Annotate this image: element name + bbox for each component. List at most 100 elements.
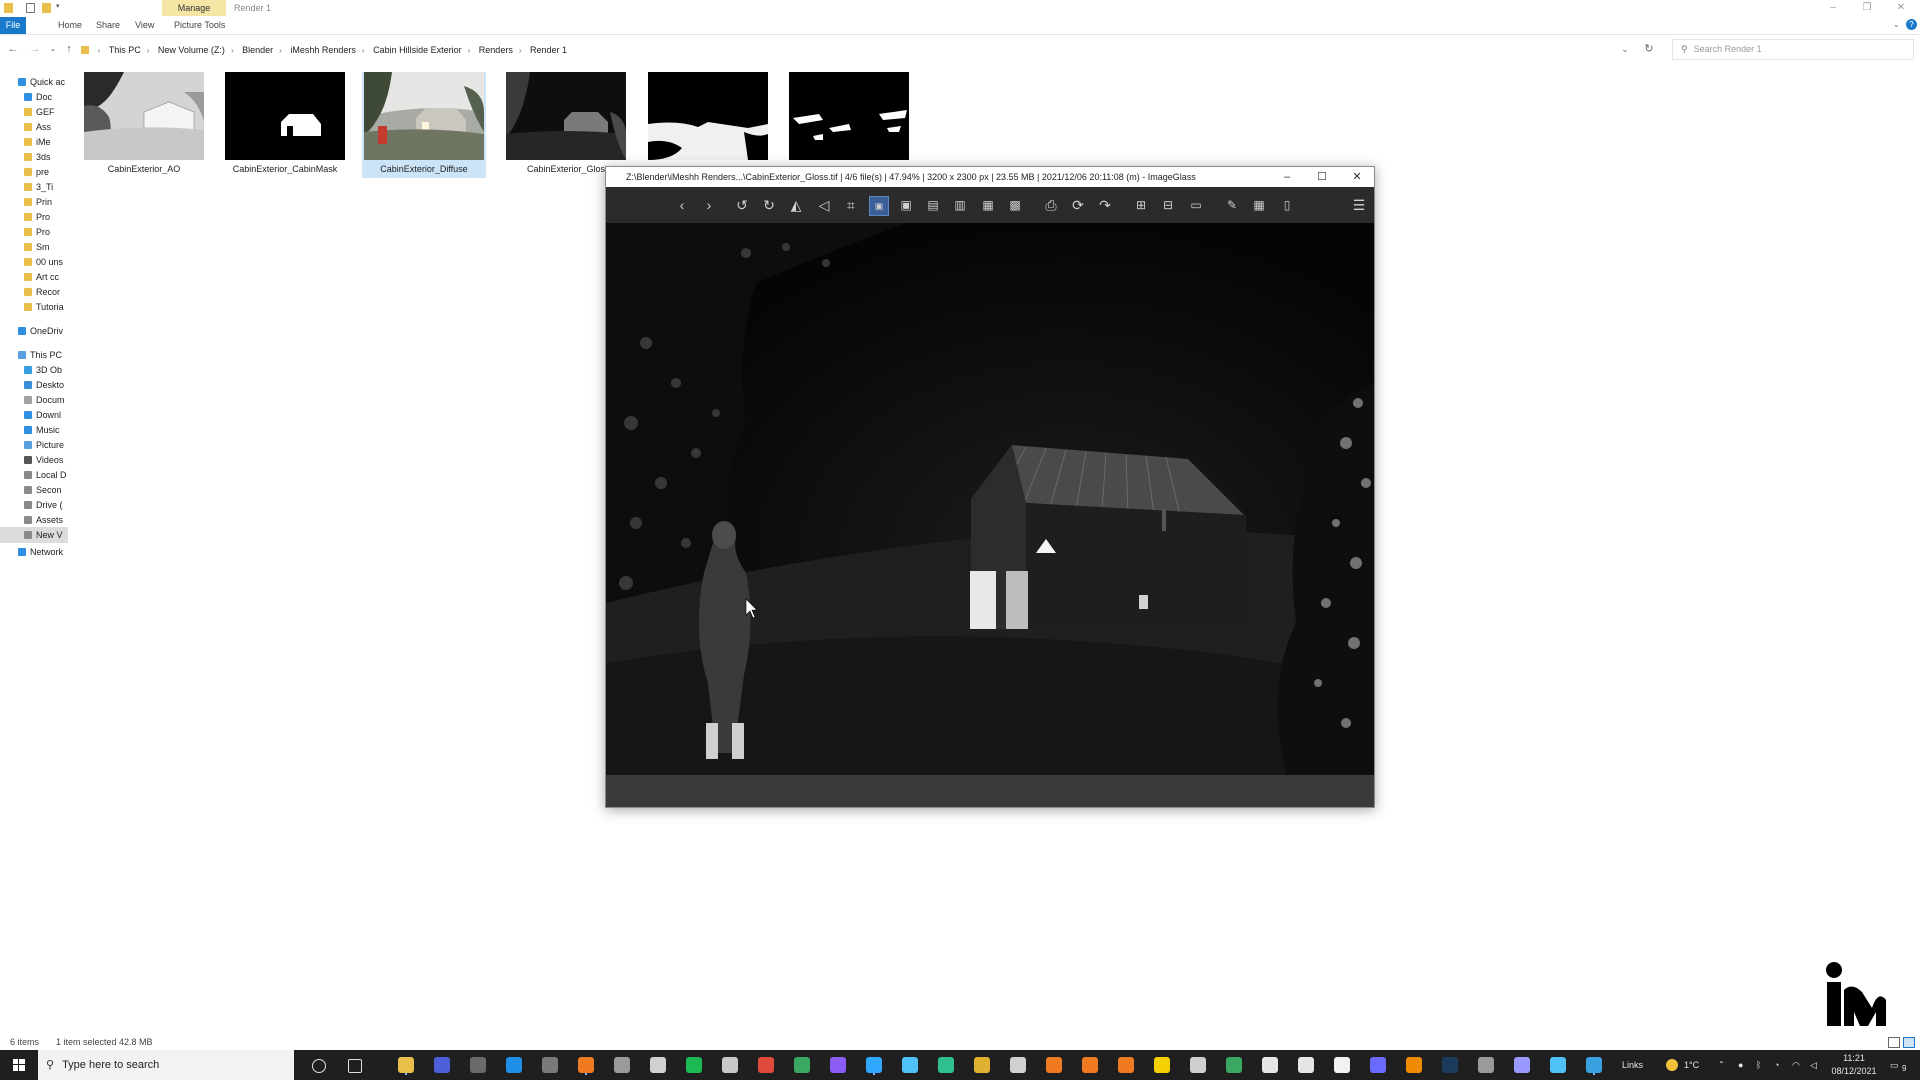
zoom-in-icon[interactable]: ⊞ (1132, 196, 1150, 214)
nav-item[interactable]: Music (0, 422, 68, 438)
minimize-button[interactable]: – (1818, 0, 1848, 16)
tab-manage[interactable]: Manage (162, 0, 226, 16)
tab-home[interactable]: Home (50, 17, 90, 34)
address-bar[interactable]: › This PC › New Volume (Z:) › Blender › iMe… (76, 40, 1658, 60)
app-icon[interactable] (614, 1057, 630, 1073)
temperature[interactable]: 1°C (1684, 1050, 1699, 1080)
start-button[interactable] (0, 1050, 38, 1080)
recent-locations-icon[interactable]: ⌄ (46, 42, 60, 56)
nav-item[interactable]: Recor (0, 284, 68, 300)
nav-item[interactable]: Pro (0, 224, 68, 240)
breadcrumb-separator[interactable]: › (519, 42, 522, 60)
nav-item[interactable]: New V (0, 527, 68, 543)
breadcrumb-separator[interactable]: › (468, 42, 471, 60)
refresh-button[interactable]: ↻ (1642, 42, 1656, 56)
nav-item[interactable]: Videos (0, 452, 68, 468)
tab-share[interactable]: Share (88, 17, 128, 34)
crop-icon[interactable]: ⌗ (842, 196, 860, 214)
maximize-button[interactable]: ❐ (1852, 0, 1882, 16)
blender-icon[interactable] (1046, 1057, 1062, 1073)
breadcrumb-renders[interactable]: Renders (479, 41, 513, 59)
breadcrumb-this-pc[interactable]: This PC (109, 41, 141, 59)
forward-button[interactable]: → (28, 42, 42, 56)
nav-item[interactable]: Assets (0, 512, 68, 528)
breadcrumb-separator[interactable]: › (279, 42, 282, 60)
help-icon[interactable]: ? (1906, 19, 1917, 30)
chrome-icon[interactable] (758, 1057, 774, 1073)
refresh-icon[interactable]: ⟳ (1069, 196, 1087, 214)
nav-item[interactable]: Secon (0, 482, 68, 498)
taskbar-search-input[interactable]: ⚲ Type here to search (38, 1050, 294, 1080)
chevron-down-icon[interactable]: ▾ (56, 2, 65, 12)
volume-icon[interactable]: ◁ (1810, 1050, 1817, 1080)
app-icon[interactable] (1478, 1057, 1494, 1073)
network-icon[interactable]: ◔ (1774, 1050, 1779, 1080)
imageglass-window[interactable]: Z:\Blender\iMeshh Renders...\CabinExteri… (605, 166, 1375, 808)
blender-icon[interactable] (1118, 1057, 1134, 1073)
app-icon[interactable] (1226, 1057, 1242, 1073)
nav-item[interactable]: Doc (0, 89, 68, 105)
file-item[interactable] (646, 72, 770, 178)
file-item-selected[interactable]: CabinExterior_Diffuse (362, 72, 486, 178)
nav-item[interactable]: Ass (0, 119, 68, 135)
breadcrumb-blender[interactable]: Blender (242, 41, 273, 59)
large-icons-view-icon[interactable] (1903, 1037, 1915, 1048)
breadcrumb-separator[interactable]: › (362, 42, 365, 60)
blender-icon[interactable] (578, 1057, 594, 1073)
nav-item[interactable]: Deskto (0, 377, 68, 393)
chrome-icon[interactable] (794, 1057, 810, 1073)
nav-item[interactable]: Pro (0, 209, 68, 225)
blender-icon[interactable] (1082, 1057, 1098, 1073)
auto-zoom-icon[interactable]: ▣ (869, 196, 889, 216)
notes-icon[interactable] (1154, 1057, 1170, 1073)
scale-fit-icon[interactable]: ▦ (979, 196, 997, 214)
nav-item[interactable]: Quick ac (0, 74, 68, 90)
scale-width-icon[interactable]: ▤ (924, 196, 942, 214)
unreal-icon[interactable] (1298, 1057, 1314, 1073)
spotify-icon[interactable] (686, 1057, 702, 1073)
menu-icon[interactable]: ☰ (1350, 196, 1368, 214)
steam-icon[interactable] (1442, 1057, 1458, 1073)
fill-icon[interactable]: ▩ (1006, 196, 1024, 214)
search-input[interactable]: ⚲ Search Render 1 (1672, 39, 1914, 60)
nav-item[interactable]: 3ds (0, 149, 68, 165)
nav-item[interactable]: 3D Ob (0, 362, 68, 378)
file-item[interactable]: CabinExterior_AO (82, 72, 206, 178)
file-item[interactable] (787, 72, 911, 178)
breadcrumb-cabin-hillside-exterior[interactable]: Cabin Hillside Exterior (373, 41, 462, 59)
weather-icon[interactable] (1666, 1059, 1678, 1071)
nav-item[interactable]: pre (0, 164, 68, 180)
zoom-out-icon[interactable]: ⊟ (1159, 196, 1177, 214)
photos-icon[interactable] (434, 1057, 450, 1073)
app-icon[interactable] (1550, 1057, 1566, 1073)
nav-item[interactable]: Picture (0, 437, 68, 453)
cortana-icon[interactable] (312, 1059, 326, 1073)
maximize-button[interactable]: ☐ (1305, 167, 1339, 187)
notes-icon[interactable] (542, 1057, 558, 1073)
expand-ribbon-icon[interactable]: ⌄ (1893, 20, 1900, 29)
vlc-icon[interactable] (1406, 1057, 1422, 1073)
breadcrumb-render-1[interactable]: Render 1 (530, 41, 567, 59)
details-view-icon[interactable] (1888, 1037, 1900, 1048)
rotate-right-icon[interactable]: ↻ (760, 196, 778, 214)
image-canvas[interactable] (606, 223, 1374, 775)
app-icon[interactable] (1010, 1057, 1026, 1073)
breadcrumb-separator[interactable]: › (98, 42, 101, 60)
print-icon[interactable]: ⎙ (1042, 196, 1060, 214)
delete-icon[interactable]: ▯ (1278, 196, 1296, 214)
app-icon[interactable] (1370, 1057, 1386, 1073)
file-explorer-icon[interactable] (398, 1057, 414, 1073)
properties-icon[interactable] (26, 3, 35, 13)
prev-icon[interactable]: ‹ (673, 196, 691, 214)
links-toolbar[interactable]: Links (1622, 1050, 1643, 1080)
new-folder-icon[interactable] (42, 3, 51, 13)
minimize-button[interactable]: – (1270, 167, 1304, 187)
thumbnail-icon[interactable]: ▦ (1250, 196, 1268, 214)
bluetooth-icon[interactable]: ᛒ (1756, 1050, 1761, 1080)
imageglass-icon[interactable] (1586, 1057, 1602, 1073)
nav-item[interactable]: Tutoria (0, 299, 68, 315)
premiere-icon[interactable] (1514, 1057, 1530, 1073)
breadcrumb-separator[interactable]: › (231, 42, 234, 60)
edit-icon[interactable]: ✎ (1223, 196, 1241, 214)
calculator-icon[interactable] (470, 1057, 486, 1073)
